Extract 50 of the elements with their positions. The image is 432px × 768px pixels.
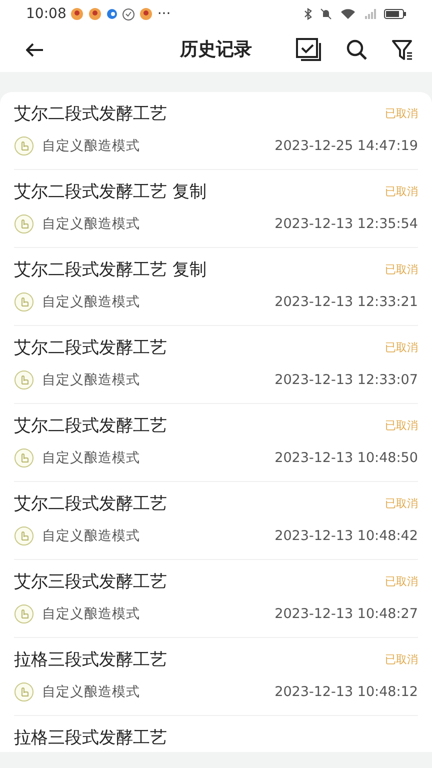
status-label: 已取消 [385,106,418,122]
battery-icon [384,8,406,20]
record-title: 艾尔二段式发酵工艺 [14,493,167,516]
mode-label: 自定义酿造模式 [42,370,140,390]
notification-icon [139,7,154,21]
record-datetime: 2023-12-25 14:47:19 [274,136,418,156]
back-button[interactable] [26,43,44,57]
mode-label: 自定义酿造模式 [42,682,140,702]
clock-time: 10:08 [26,4,66,24]
select-button[interactable] [296,38,322,62]
record-datetime: 2023-12-13 12:33:07 [274,370,418,390]
record-title: 艾尔二段式发酵工艺 [14,337,167,360]
bluetooth-icon [304,8,312,20]
record-title: 艾尔二段式发酵工艺 [14,103,167,126]
record-title: 拉格三段式发酵工艺 [14,649,167,672]
record-title: 艾尔二段式发酵工艺 复制 [14,259,206,282]
more-notifications: ··· [157,4,171,24]
mode-label: 自定义酿造模式 [42,448,140,468]
mode-label: 自定义酿造模式 [42,214,140,234]
record-datetime: 2023-12-13 12:35:54 [274,214,418,234]
notification-icon [122,8,136,20]
record-datetime: 2023-12-13 10:48:27 [274,604,418,624]
status-label: 已取消 [385,496,418,512]
record-title: 艾尔三段式发酵工艺 [14,571,167,594]
mode-label: 自定义酿造模式 [42,604,140,624]
status-label: 已取消 [385,340,418,356]
status-label: 已取消 [385,574,418,590]
page-title: 历史记录 [180,38,252,62]
record-datetime: 2023-12-13 10:48:50 [274,448,418,468]
status-label: 已取消 [385,652,418,668]
signal-icon [364,8,376,20]
record-datetime: 2023-12-13 10:48:42 [274,526,418,546]
record-datetime: 2023-12-13 12:33:21 [274,292,418,312]
notification-icon [88,7,102,21]
filter-button[interactable] [392,39,414,61]
notification-icon [106,8,118,20]
record-title: 拉格三段式发酵工艺 [14,727,167,750]
status-label: 已取消 [385,418,418,434]
mode-label: 自定义酿造模式 [42,526,140,546]
record-title: 艾尔二段式发酵工艺 复制 [14,181,206,204]
search-button[interactable] [346,39,368,61]
bell-muted-icon [320,8,332,20]
wifi-icon [340,8,356,20]
notification-icon [70,7,84,21]
status-label: 已取消 [385,262,418,278]
status-label: 已取消 [385,184,418,200]
record-title: 艾尔二段式发酵工艺 [14,415,167,438]
mode-label: 自定义酿造模式 [42,136,140,156]
mode-label: 自定义酿造模式 [42,292,140,312]
record-datetime: 2023-12-13 10:48:12 [274,682,418,702]
